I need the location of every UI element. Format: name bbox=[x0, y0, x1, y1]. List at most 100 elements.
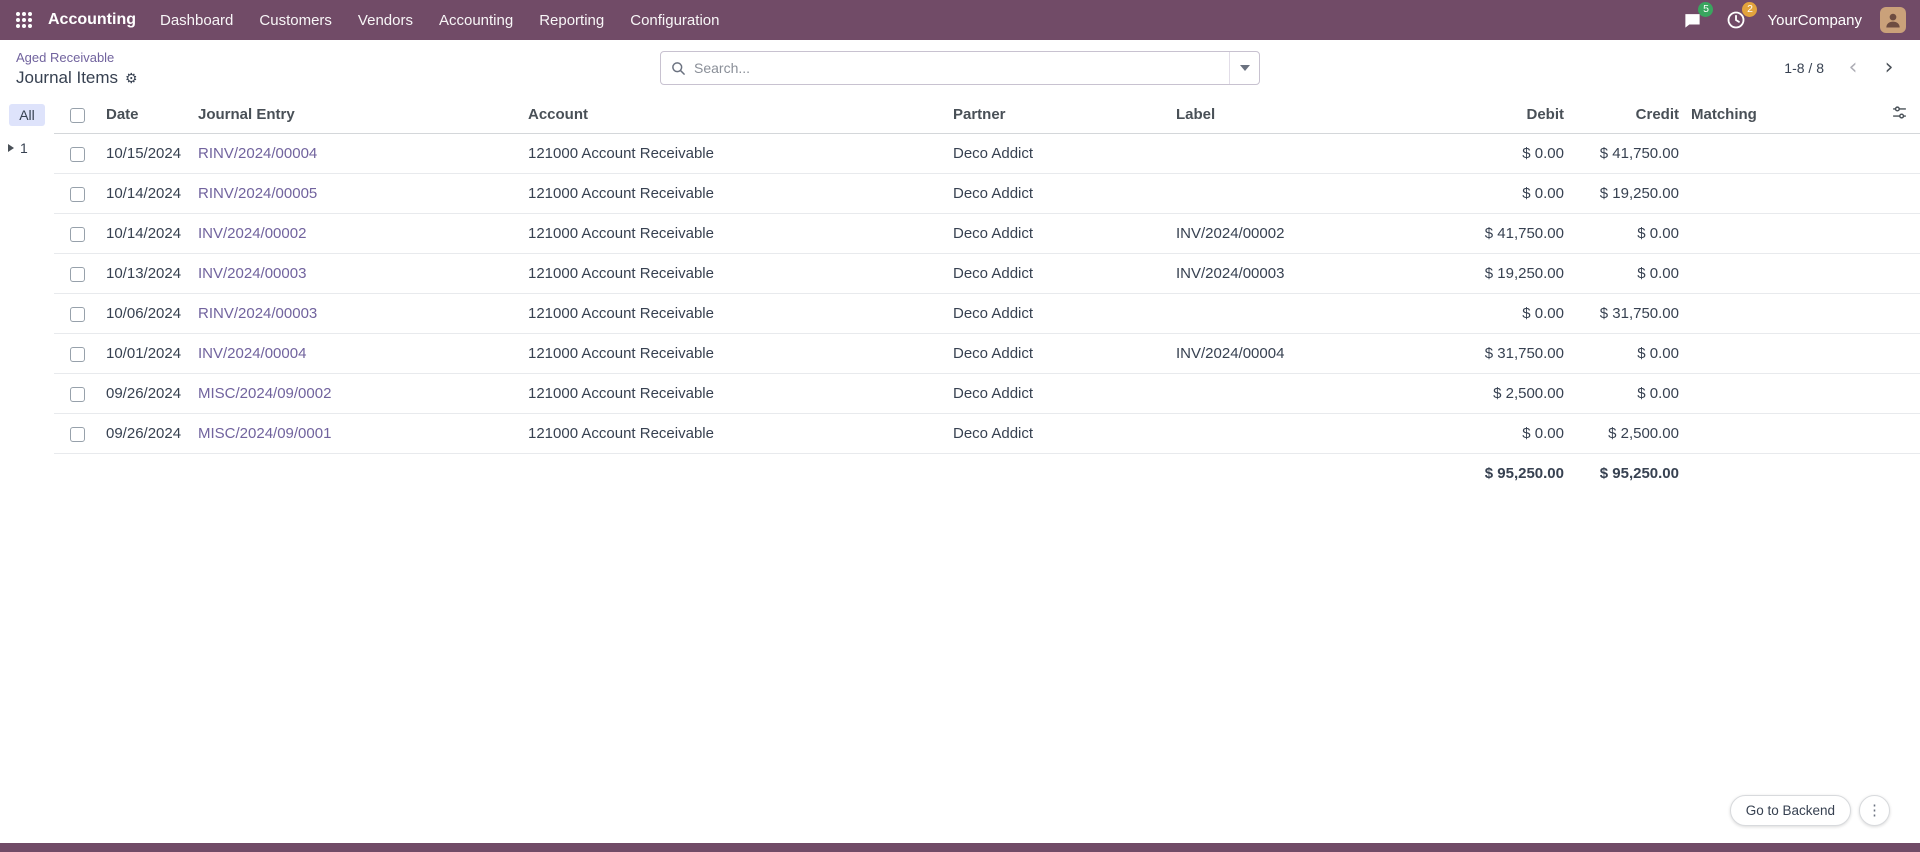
cell-label bbox=[1170, 374, 1420, 414]
cell-label bbox=[1170, 174, 1420, 214]
menu-accounting[interactable]: Accounting bbox=[439, 12, 513, 29]
menu-dashboard[interactable]: Dashboard bbox=[160, 12, 233, 29]
table-row[interactable]: 10/13/2024 INV/2024/00003 121000 Account… bbox=[54, 254, 1920, 294]
cell-debit: $ 31,750.00 bbox=[1420, 334, 1570, 374]
cell-label bbox=[1170, 414, 1420, 454]
journal-entry-link[interactable]: RINV/2024/00004 bbox=[198, 145, 317, 162]
journal-items-body: 10/15/2024 RINV/2024/00004 121000 Accoun… bbox=[54, 134, 1920, 454]
menu-reporting[interactable]: Reporting bbox=[539, 12, 604, 29]
column-header-partner[interactable]: Partner bbox=[947, 96, 1170, 134]
cell-credit: $ 19,250.00 bbox=[1570, 174, 1685, 214]
table-row[interactable]: 10/15/2024 RINV/2024/00004 121000 Accoun… bbox=[54, 134, 1920, 174]
row-checkbox[interactable] bbox=[70, 147, 85, 162]
group-expander[interactable]: 1 bbox=[8, 140, 54, 156]
column-header-debit[interactable]: Debit bbox=[1420, 96, 1570, 134]
table-row[interactable]: 10/14/2024 RINV/2024/00005 121000 Accoun… bbox=[54, 174, 1920, 214]
main-content: All 1 Date Journal Entry Account Partner bbox=[0, 96, 1920, 494]
cell-spacer bbox=[1870, 374, 1920, 414]
search-filters-toggle[interactable] bbox=[1229, 52, 1259, 84]
go-to-backend-button[interactable]: Go to Backend bbox=[1730, 795, 1851, 826]
cell-partner: Deco Addict bbox=[947, 414, 1170, 454]
cell-account: 121000 Account Receivable bbox=[522, 134, 947, 174]
cell-spacer bbox=[1870, 414, 1920, 454]
menu-configuration[interactable]: Configuration bbox=[630, 12, 719, 29]
app-title[interactable]: Accounting bbox=[48, 11, 136, 29]
cell-debit: $ 2,500.00 bbox=[1420, 374, 1570, 414]
journal-entry-link[interactable]: INV/2024/00002 bbox=[198, 225, 306, 242]
select-all-checkbox[interactable] bbox=[70, 108, 85, 123]
user-avatar[interactable] bbox=[1880, 7, 1906, 33]
column-header-label[interactable]: Label bbox=[1170, 96, 1420, 134]
pager-range: 1-8 / 8 bbox=[1784, 60, 1824, 76]
main-menu: Dashboard Customers Vendors Accounting R… bbox=[160, 12, 719, 29]
group-pane: All 1 bbox=[0, 96, 54, 156]
activities-icon[interactable]: 2 bbox=[1723, 7, 1749, 33]
row-checkbox[interactable] bbox=[70, 187, 85, 202]
totals-row: $ 95,250.00 $ 95,250.00 bbox=[54, 454, 1920, 494]
page-title: Journal Items bbox=[16, 68, 118, 88]
cell-partner: Deco Addict bbox=[947, 254, 1170, 294]
row-checkbox[interactable] bbox=[70, 347, 85, 362]
table-row[interactable]: 10/01/2024 INV/2024/00004 121000 Account… bbox=[54, 334, 1920, 374]
menu-vendors[interactable]: Vendors bbox=[358, 12, 413, 29]
journal-entry-link[interactable]: INV/2024/00004 bbox=[198, 345, 306, 362]
cell-date: 09/26/2024 bbox=[100, 414, 192, 454]
row-checkbox-cell bbox=[54, 174, 100, 214]
journal-entry-link[interactable]: MISC/2024/09/0001 bbox=[198, 425, 331, 442]
cell-journal-entry: INV/2024/00003 bbox=[192, 254, 522, 294]
messages-icon[interactable]: 5 bbox=[1679, 7, 1705, 33]
pager-next-button[interactable]: › bbox=[1874, 53, 1904, 83]
table-header-row: Date Journal Entry Account Partner Label… bbox=[54, 96, 1920, 134]
cell-date: 09/26/2024 bbox=[100, 374, 192, 414]
row-checkbox[interactable] bbox=[70, 427, 85, 442]
column-header-date[interactable]: Date bbox=[100, 96, 192, 134]
journal-items-table: Date Journal Entry Account Partner Label… bbox=[54, 96, 1920, 494]
column-header-matching[interactable]: Matching bbox=[1685, 96, 1870, 134]
table-row[interactable]: 09/26/2024 MISC/2024/09/0002 121000 Acco… bbox=[54, 374, 1920, 414]
column-header-account[interactable]: Account bbox=[522, 96, 947, 134]
row-checkbox[interactable] bbox=[70, 267, 85, 282]
pager-previous-button[interactable]: ‹ bbox=[1838, 53, 1868, 83]
menu-customers[interactable]: Customers bbox=[259, 12, 332, 29]
column-header-credit[interactable]: Credit bbox=[1570, 96, 1685, 134]
cell-spacer bbox=[1870, 294, 1920, 334]
cell-label: INV/2024/00004 bbox=[1170, 334, 1420, 374]
cell-journal-entry: MISC/2024/09/0002 bbox=[192, 374, 522, 414]
row-checkbox[interactable] bbox=[70, 387, 85, 402]
row-checkbox[interactable] bbox=[70, 227, 85, 242]
journal-entry-link[interactable]: RINV/2024/00005 bbox=[198, 185, 317, 202]
row-checkbox-cell bbox=[54, 214, 100, 254]
optional-columns-cell bbox=[1870, 96, 1920, 134]
pager: 1-8 / 8 ‹ › bbox=[1260, 53, 1904, 83]
cell-credit: $ 31,750.00 bbox=[1570, 294, 1685, 334]
column-header-journal-entry[interactable]: Journal Entry bbox=[192, 96, 522, 134]
cell-journal-entry: RINV/2024/00004 bbox=[192, 134, 522, 174]
group-all-tab[interactable]: All bbox=[9, 104, 45, 126]
view-settings-gear-icon[interactable]: ⚙ bbox=[125, 71, 138, 85]
table-row[interactable]: 10/06/2024 RINV/2024/00003 121000 Accoun… bbox=[54, 294, 1920, 334]
row-checkbox[interactable] bbox=[70, 307, 85, 322]
journal-entry-link[interactable]: MISC/2024/09/0002 bbox=[198, 385, 331, 402]
cell-account: 121000 Account Receivable bbox=[522, 414, 947, 454]
table-row[interactable]: 10/14/2024 INV/2024/00002 121000 Account… bbox=[54, 214, 1920, 254]
cell-debit: $ 0.00 bbox=[1420, 174, 1570, 214]
apps-grid-icon[interactable] bbox=[14, 10, 34, 30]
journal-entry-link[interactable]: INV/2024/00003 bbox=[198, 265, 306, 282]
cell-date: 10/13/2024 bbox=[100, 254, 192, 294]
cell-spacer bbox=[1870, 134, 1920, 174]
select-all-cell bbox=[54, 96, 100, 134]
table-row[interactable]: 09/26/2024 MISC/2024/09/0001 121000 Acco… bbox=[54, 414, 1920, 454]
kebab-menu-button[interactable]: ⋮ bbox=[1859, 795, 1890, 826]
journal-entry-link[interactable]: RINV/2024/00003 bbox=[198, 305, 317, 322]
cell-label: INV/2024/00003 bbox=[1170, 254, 1420, 294]
search-input[interactable] bbox=[686, 60, 1229, 76]
search-area bbox=[660, 51, 1260, 85]
cell-matching bbox=[1685, 414, 1870, 454]
cell-matching bbox=[1685, 174, 1870, 214]
breadcrumb-parent-link[interactable]: Aged Receivable bbox=[16, 50, 114, 65]
floating-actions: Go to Backend ⋮ bbox=[1730, 795, 1890, 826]
adjust-columns-icon[interactable] bbox=[1891, 104, 1908, 121]
cell-partner: Deco Addict bbox=[947, 374, 1170, 414]
company-switcher[interactable]: YourCompany bbox=[1767, 12, 1862, 29]
cell-matching bbox=[1685, 374, 1870, 414]
